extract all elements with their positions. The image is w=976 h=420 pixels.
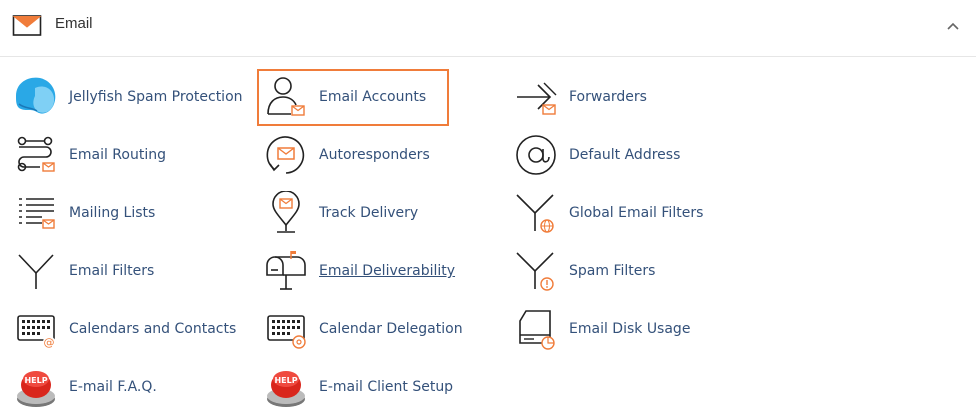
help-button-icon: HELP	[262, 363, 310, 411]
item-track-delivery[interactable]: Track Delivery	[262, 184, 502, 242]
at-sign-icon	[512, 131, 560, 179]
svg-text:HELP: HELP	[24, 376, 47, 385]
item-label: Forwarders	[569, 89, 647, 105]
item-default-address[interactable]: Default Address	[512, 126, 752, 184]
item-label: Spam Filters	[569, 263, 656, 279]
svg-text:@: @	[44, 336, 55, 349]
mailbox-icon	[262, 247, 310, 295]
mailing-lists-icon	[12, 189, 60, 237]
item-label: Jellyfish Spam Protection	[69, 89, 243, 105]
track-delivery-icon	[262, 189, 310, 237]
item-calendars-and-contacts[interactable]: @ Calendars and Contacts	[12, 300, 252, 358]
autoresponders-icon	[262, 131, 310, 179]
svg-text:HELP: HELP	[274, 376, 297, 385]
email-section-panel: Email Jellyfish Spam Protection Email Ro…	[0, 0, 976, 420]
item-label: Calendars and Contacts	[69, 321, 237, 337]
item-global-email-filters[interactable]: Global Email Filters	[512, 184, 752, 242]
item-label: Global Email Filters	[569, 205, 704, 221]
item-label: Autoresponders	[319, 147, 430, 163]
chevron-up-icon[interactable]	[944, 18, 962, 36]
spam-filter-icon	[512, 247, 560, 295]
item-label: Calendar Delegation	[319, 321, 463, 337]
item-email-accounts[interactable]: Email Accounts	[262, 68, 502, 126]
section-header[interactable]: Email	[0, 0, 976, 57]
calendar-contacts-icon: @	[12, 305, 60, 353]
calendar-delegation-icon	[262, 305, 310, 353]
item-forwarders[interactable]: Forwarders	[512, 68, 752, 126]
item-spam-filters[interactable]: Spam Filters	[512, 242, 752, 300]
item-email-routing[interactable]: Email Routing	[12, 126, 252, 184]
item-label: Email Filters	[69, 263, 155, 279]
item-email-deliverability[interactable]: Email Deliverability	[262, 242, 502, 300]
email-routing-icon	[12, 131, 60, 179]
item-label: E-mail Client Setup	[319, 379, 454, 395]
section-title: Email	[55, 15, 93, 32]
item-email-faq[interactable]: HELP E-mail F.A.Q.	[12, 358, 252, 416]
help-button-icon: HELP	[12, 363, 60, 411]
forwarders-icon	[512, 73, 560, 121]
item-label: Email Routing	[69, 147, 166, 163]
item-jellyfish-spam-protection[interactable]: Jellyfish Spam Protection	[12, 68, 252, 126]
filter-icon	[12, 247, 60, 295]
jellyfish-icon	[12, 73, 60, 121]
envelope-icon	[12, 12, 42, 38]
item-label: Default Address	[569, 147, 681, 163]
email-accounts-icon	[262, 73, 310, 121]
item-autoresponders[interactable]: Autoresponders	[262, 126, 502, 184]
global-filter-icon	[512, 189, 560, 237]
item-calendar-delegation[interactable]: Calendar Delegation	[262, 300, 502, 358]
item-label: Track Delivery	[319, 205, 419, 221]
item-email-disk-usage[interactable]: Email Disk Usage	[512, 300, 752, 358]
disk-usage-icon	[512, 305, 560, 353]
item-mailing-lists[interactable]: Mailing Lists	[12, 184, 252, 242]
item-email-filters[interactable]: Email Filters	[12, 242, 252, 300]
item-label: Email Disk Usage	[569, 321, 691, 337]
item-label: E-mail F.A.Q.	[69, 379, 157, 395]
item-label: Email Deliverability	[319, 263, 456, 279]
item-label: Email Accounts	[319, 89, 427, 105]
item-label: Mailing Lists	[69, 205, 156, 221]
item-email-client-setup[interactable]: HELP E-mail Client Setup	[262, 358, 502, 416]
